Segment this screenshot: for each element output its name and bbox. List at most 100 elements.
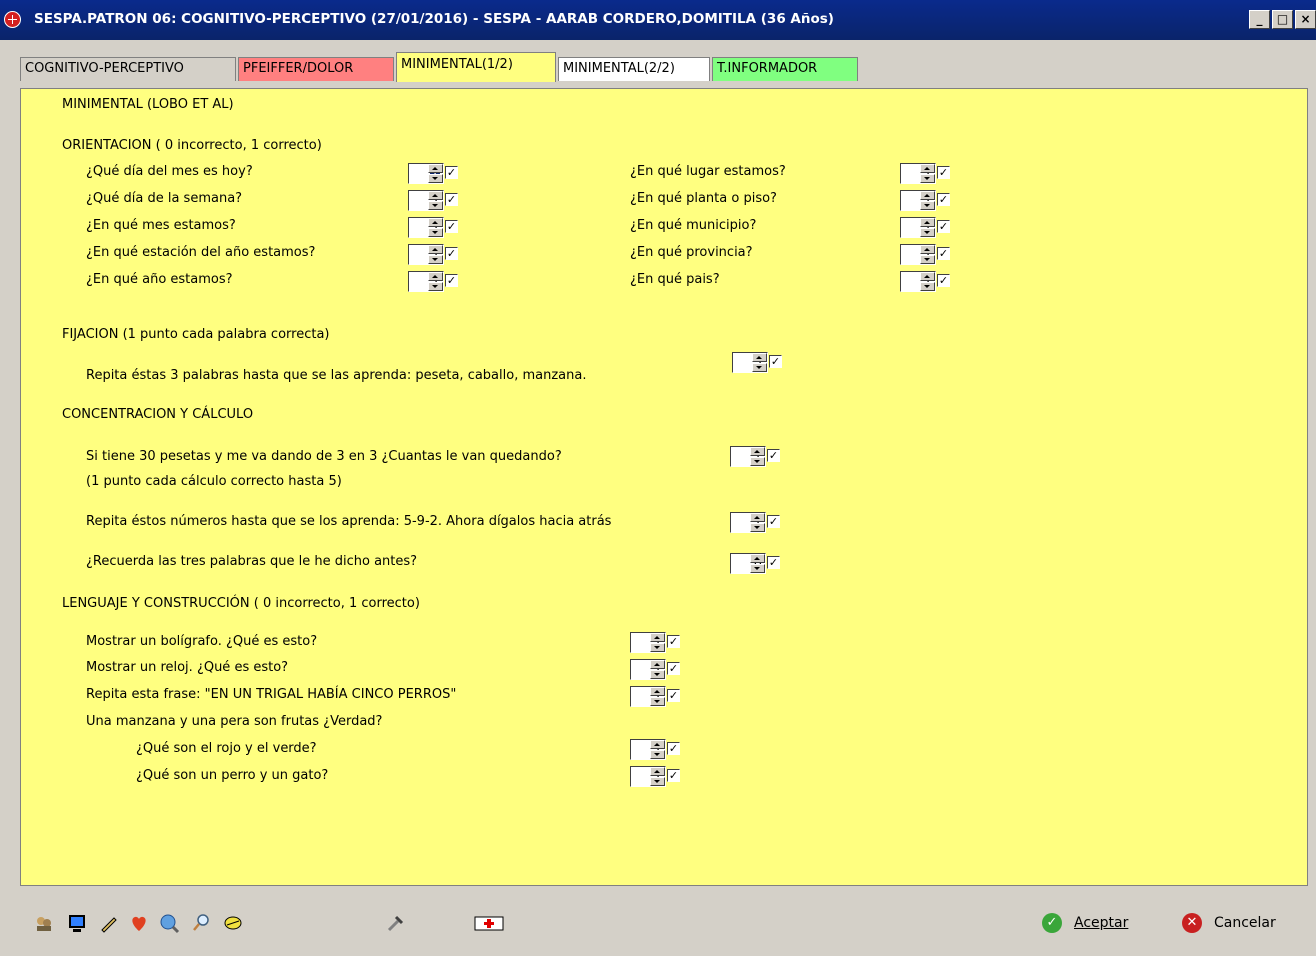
minimize-button[interactable]: _ (1249, 10, 1270, 29)
concentracion-title: CONCENTRACION Y CÁLCULO (62, 407, 254, 422)
score-spinner[interactable]: 1✓ (730, 446, 780, 467)
spin-up-arrow[interactable] (428, 245, 443, 254)
spin-up-arrow[interactable] (650, 767, 665, 776)
spin-down-arrow[interactable] (650, 750, 665, 759)
spin-down-arrow[interactable] (428, 228, 443, 237)
tools-icon[interactable] (384, 912, 406, 934)
score-spinner[interactable]: 1✓ (730, 512, 780, 533)
spin-down-arrow[interactable] (920, 174, 935, 183)
score-spinner[interactable]: 1✓ (900, 244, 950, 265)
spin-down-arrow[interactable] (750, 564, 765, 573)
spin-down-arrow[interactable] (752, 363, 767, 372)
score-checkbox[interactable]: ✓ (937, 274, 950, 287)
score-checkbox[interactable]: ✓ (937, 193, 950, 206)
spin-down-arrow[interactable] (428, 174, 443, 183)
score-checkbox[interactable]: ✓ (937, 220, 950, 233)
spin-up-arrow[interactable] (650, 740, 665, 749)
spin-down-arrow[interactable] (428, 255, 443, 264)
spin-up-arrow[interactable] (920, 245, 935, 254)
spin-down-arrow[interactable] (428, 282, 443, 291)
spin-up-arrow[interactable] (428, 272, 443, 281)
spin-down-arrow[interactable] (428, 201, 443, 210)
tab-minimental-2[interactable]: MINIMENTAL(2/2) (558, 57, 710, 81)
score-checkbox[interactable]: ✓ (667, 742, 680, 755)
question-label: ¿Qué son el rojo y el verde? (136, 741, 317, 756)
score-spinner[interactable]: 0✓ (730, 553, 780, 574)
spin-up-arrow[interactable] (750, 447, 765, 456)
score-checkbox[interactable]: ✓ (445, 166, 458, 179)
score-spinner[interactable]: 1✓ (408, 244, 458, 265)
tab-cognitivo-perceptivo[interactable]: COGNITIVO-PERCEPTIVO (20, 57, 236, 81)
spin-down-arrow[interactable] (920, 228, 935, 237)
spin-up-arrow[interactable] (650, 633, 665, 642)
cancel-button[interactable]: ✕ Cancelar (1182, 910, 1276, 936)
heart-icon[interactable] (128, 912, 150, 934)
score-spinner[interactable]: 1✓ (630, 659, 680, 680)
spin-up-arrow[interactable] (750, 554, 765, 563)
spin-up-arrow[interactable] (920, 164, 935, 173)
spin-down-arrow[interactable] (920, 255, 935, 264)
accept-button[interactable]: ✓ Aceptar (1042, 910, 1128, 936)
spin-down-arrow[interactable] (920, 201, 935, 210)
score-checkbox[interactable]: ✓ (769, 355, 782, 368)
score-spinner[interactable]: 1✓ (408, 217, 458, 238)
score-checkbox[interactable]: ✓ (667, 635, 680, 648)
score-spinner[interactable]: 1✓ (630, 632, 680, 653)
score-spinner[interactable]: 1✓ (408, 271, 458, 292)
score-spinner[interactable]: 1✓ (630, 766, 680, 787)
score-spinner[interactable]: 1✓ (630, 686, 680, 707)
app-icon (4, 11, 21, 28)
score-checkbox[interactable]: ✓ (445, 274, 458, 287)
spin-down-arrow[interactable] (650, 670, 665, 679)
score-checkbox[interactable]: ✓ (937, 166, 950, 179)
spin-up-arrow[interactable] (428, 218, 443, 227)
spin-up-arrow[interactable] (920, 272, 935, 281)
score-checkbox[interactable]: ✓ (667, 769, 680, 782)
pencil-icon[interactable] (98, 912, 120, 934)
medical-card-icon[interactable] (474, 912, 504, 934)
score-spinner[interactable]: 1✓ (900, 217, 950, 238)
tab-t-informador[interactable]: T.INFORMADOR (712, 57, 858, 81)
score-checkbox[interactable]: ✓ (667, 689, 680, 702)
score-checkbox[interactable]: ✓ (937, 247, 950, 260)
spin-up-arrow[interactable] (650, 687, 665, 696)
spin-up-arrow[interactable] (750, 513, 765, 522)
spin-up-arrow[interactable] (428, 164, 443, 173)
close-button[interactable]: × (1295, 10, 1316, 29)
spin-down-arrow[interactable] (750, 523, 765, 532)
spin-up-arrow[interactable] (650, 660, 665, 669)
maximize-button[interactable]: □ (1272, 10, 1293, 29)
monitor-icon[interactable] (66, 912, 88, 934)
spin-down-arrow[interactable] (650, 697, 665, 706)
score-spinner[interactable]: 1✓ (408, 163, 458, 184)
score-spinner[interactable]: 1✓ (900, 163, 950, 184)
eraser-icon[interactable] (222, 912, 244, 934)
spin-up-arrow[interactable] (428, 191, 443, 200)
spin-down-arrow[interactable] (650, 643, 665, 652)
spin-down-arrow[interactable] (650, 777, 665, 786)
score-checkbox[interactable]: ✓ (667, 662, 680, 675)
spin-up-arrow[interactable] (752, 353, 767, 362)
score-checkbox[interactable]: ✓ (767, 515, 780, 528)
score-checkbox[interactable]: ✓ (445, 247, 458, 260)
spin-up-arrow[interactable] (920, 218, 935, 227)
score-checkbox[interactable]: ✓ (445, 220, 458, 233)
score-spinner[interactable]: 1✓ (408, 190, 458, 211)
score-spinner[interactable]: 1✓ (732, 352, 782, 373)
question-label: Repita esta frase: "EN UN TRIGAL HABÍA C… (86, 687, 457, 702)
score-checkbox[interactable]: ✓ (445, 193, 458, 206)
users-icon[interactable] (33, 912, 55, 934)
score-spinner[interactable]: 1✓ (900, 190, 950, 211)
globe-search-icon[interactable] (158, 912, 180, 934)
score-checkbox[interactable]: ✓ (767, 556, 780, 569)
score-spinner[interactable]: 1✓ (900, 271, 950, 292)
spin-up-arrow[interactable] (920, 191, 935, 200)
tab-minimental-1[interactable]: MINIMENTAL(1/2) (396, 52, 556, 82)
score-checkbox[interactable]: ✓ (767, 449, 780, 462)
question-label: ¿Qué día del mes es hoy? (86, 164, 253, 179)
score-spinner[interactable]: 1✓ (630, 739, 680, 760)
spin-down-arrow[interactable] (920, 282, 935, 291)
tab-pfeiffer-dolor[interactable]: PFEIFFER/DOLOR (238, 57, 394, 81)
magnifier-icon[interactable] (190, 912, 212, 934)
spin-down-arrow[interactable] (750, 457, 765, 466)
